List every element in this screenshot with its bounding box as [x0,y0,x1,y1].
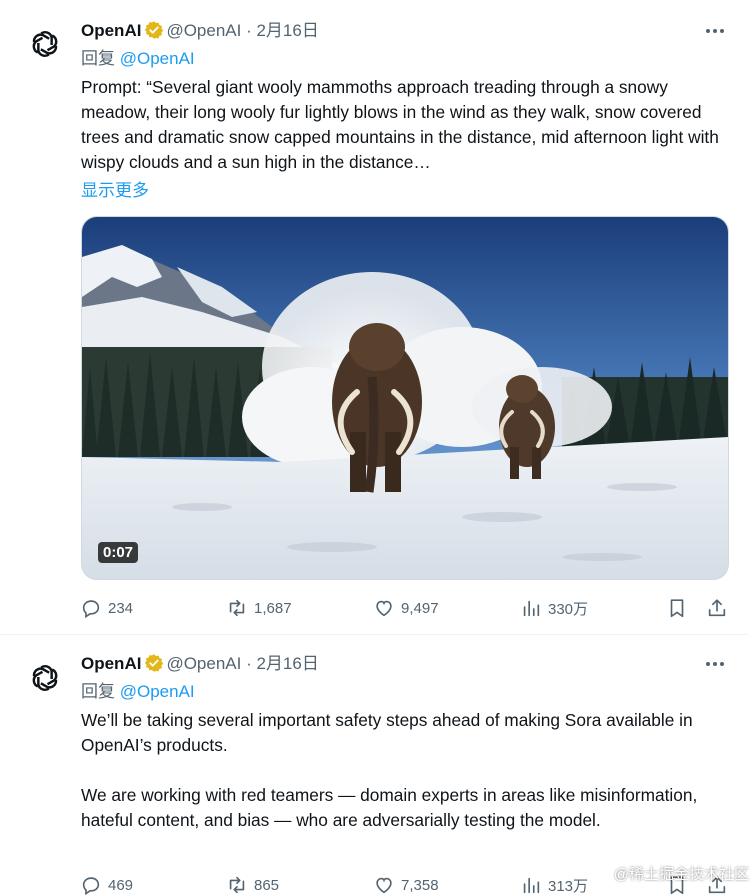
reply-mention[interactable]: @OpenAI [120,682,195,701]
reply-prefix: 回复 [81,682,115,701]
tweet-body: Prompt: “Several giant wooly mammoths ap… [81,77,719,172]
repost-icon [229,599,245,617]
reply-count: 469 [108,876,134,894]
tweet-body-paragraph-2: We are working with red teamers — domain… [81,785,698,830]
reply-button[interactable]: 469 [80,874,133,896]
handle-and-date[interactable]: @OpenAI · 2月16日 [166,654,318,673]
view-count: 313万 [548,877,589,895]
repost-button[interactable]: 865 [226,874,279,896]
like-icon [376,600,392,617]
views-button[interactable]: 313万 [520,874,588,896]
repost-count: 1,687 [254,599,292,617]
reply-button[interactable]: 234 [80,597,133,619]
like-button[interactable]: 7,358 [373,874,439,896]
tweet-body-paragraph-1: We’ll be taking several important safety… [81,710,693,755]
reply-context: 回复 @OpenAI [81,681,195,703]
tweet-1[interactable]: OpenAI @OpenAI · 2月16日 回复 @OpenAI Prompt:… [0,0,748,635]
like-button[interactable]: 9,497 [373,597,439,619]
reply-icon [82,877,100,896]
verified-badge-icon[interactable] [144,653,164,673]
views-button[interactable]: 330万 [520,597,588,619]
tweet-header: OpenAI @OpenAI · 2月16日 [81,20,319,42]
tweet-2[interactable]: OpenAI @OpenAI · 2月16日 回复 @OpenAI We’ll b… [0,636,748,896]
like-count: 7,358 [401,876,439,894]
views-icon [523,600,540,617]
views-icon [523,877,540,894]
video-thumbnail[interactable] [82,217,728,579]
reply-icon [82,600,100,619]
view-count: 330万 [548,600,589,618]
bookmark-icon[interactable] [666,597,688,619]
more-icon[interactable] [704,20,726,42]
openai-logo-icon[interactable] [26,25,64,63]
reply-mention[interactable]: @OpenAI [120,49,195,68]
author-name[interactable]: OpenAI [81,21,141,40]
repost-icon [229,876,245,894]
like-count: 9,497 [401,599,439,617]
reply-count: 234 [108,599,134,617]
handle-and-date[interactable]: @OpenAI · 2月16日 [166,21,318,40]
reply-prefix: 回复 [81,49,115,68]
reply-context: 回复 @OpenAI [81,48,195,70]
video-player[interactable]: 0:07 [81,216,729,580]
more-icon[interactable] [704,653,726,675]
share-icon[interactable] [706,597,728,619]
verified-badge-icon[interactable] [144,20,164,40]
watermark: @稀土掘金技术社区 [613,866,749,883]
tweet-actions: 234 1,687 9,497 330万 [80,597,730,619]
like-icon [376,877,392,894]
openai-logo-icon[interactable] [26,659,64,697]
show-more-link[interactable]: 显示更多 [81,176,149,201]
repost-button[interactable]: 1,687 [226,597,292,619]
tweet-header: OpenAI @OpenAI · 2月16日 [81,653,319,675]
author-name[interactable]: OpenAI [81,654,141,673]
video-duration: 0:07 [98,542,139,563]
repost-count: 865 [254,876,280,894]
